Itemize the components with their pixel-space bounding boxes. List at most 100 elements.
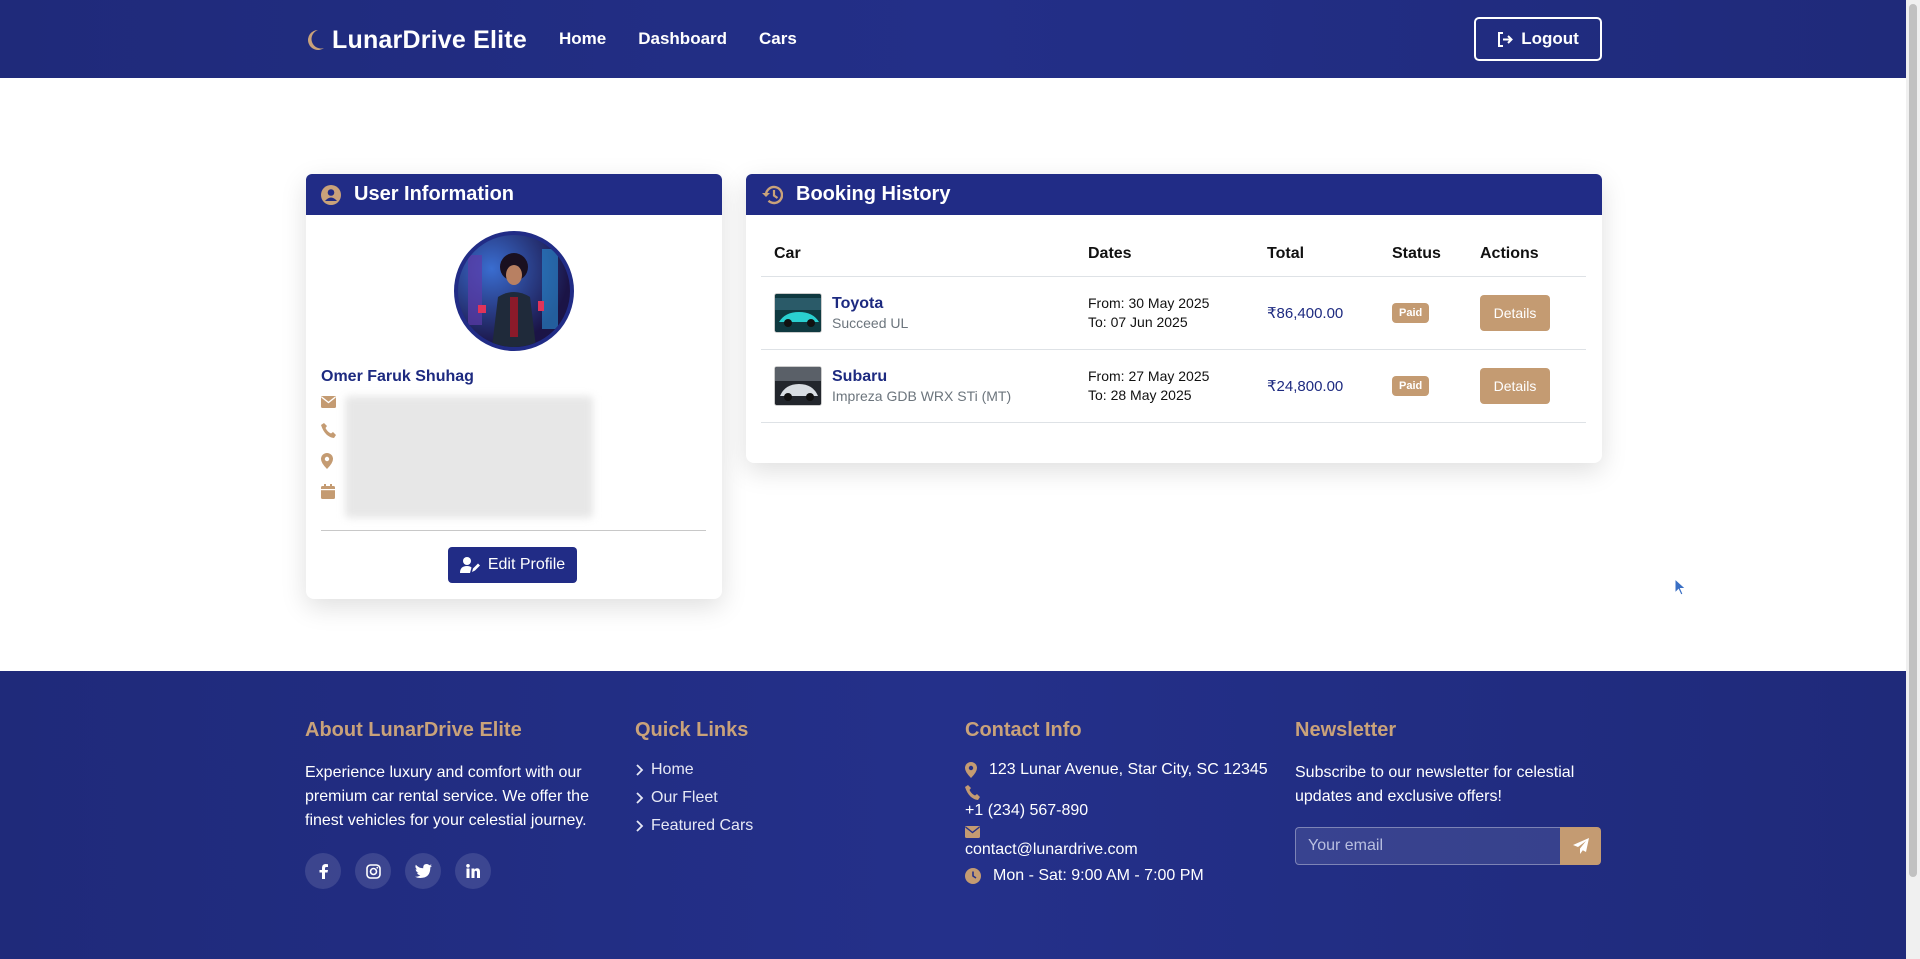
footer-contact: Contact Info 123 Lunar Avenue, Star City… — [965, 719, 1275, 891]
dates-cell: From: 30 May 2025 To: 07 Jun 2025 — [1075, 276, 1254, 350]
booking-history-card: Booking History Car Dates Total Status A… — [746, 174, 1602, 463]
car-cell: Subaru Impreza GDB WRX STi (MT) — [761, 349, 1075, 423]
booking-history-title: Booking History — [796, 183, 951, 205]
details-button[interactable]: Details — [1480, 294, 1550, 331]
status-cell: Paid — [1379, 276, 1467, 350]
dates-cell: From: 27 May 2025 To: 28 May 2025 — [1075, 349, 1254, 423]
actions-cell: Details — [1467, 276, 1586, 350]
nav-link-dashboard[interactable]: Dashboard — [638, 29, 727, 49]
paper-plane-icon — [1572, 838, 1589, 854]
nav-link-home[interactable]: Home — [559, 29, 606, 49]
footer-newsletter-title: Newsletter — [1295, 719, 1397, 741]
phone-icon — [321, 423, 336, 438]
user-info-card: User Information Omer Faruk Shuhag Edit … — [306, 174, 722, 599]
edit-profile-button[interactable]: Edit Profile — [448, 547, 577, 583]
footer-link-label: Home — [651, 761, 694, 778]
chevron-right-icon — [636, 792, 644, 804]
linkedin-icon[interactable] — [455, 853, 491, 889]
date-to: To: 28 May 2025 — [1088, 386, 1192, 403]
total-cell: ₹86,400.00 — [1254, 276, 1379, 350]
bookings-table: Car Dates Total Status Actions Toyota Su… — [761, 233, 1586, 423]
user-info-header: User Information — [306, 174, 722, 215]
vertical-scrollbar[interactable] — [1906, 0, 1920, 959]
user-info-title: User Information — [354, 183, 515, 205]
instagram-icon[interactable] — [355, 853, 391, 889]
contact-address: 123 Lunar Avenue, Star City, SC 12345 — [965, 761, 1275, 779]
booking-total: ₹86,400.00 — [1267, 304, 1344, 322]
car-thumbnail — [774, 365, 822, 406]
newsletter-submit-button[interactable] — [1560, 827, 1601, 865]
redacted-contact-details — [345, 396, 593, 518]
details-button[interactable]: Details — [1480, 367, 1550, 404]
brand-name: LunarDrive Elite — [332, 25, 527, 54]
footer-link-home[interactable]: Home — [635, 761, 885, 779]
footer-link-label: Featured Cars — [651, 817, 754, 834]
mouse-cursor-icon — [1674, 578, 1687, 596]
brand[interactable]: LunarDrive Elite — [304, 24, 527, 56]
col-status: Status — [1379, 233, 1467, 277]
footer: About LunarDrive Elite Experience luxury… — [0, 671, 1906, 959]
chevron-right-icon — [636, 820, 644, 832]
car-make[interactable]: Toyota — [832, 295, 908, 313]
user-circle-icon — [321, 184, 341, 205]
footer-quick-links-title: Quick Links — [635, 719, 749, 741]
total-cell: ₹24,800.00 — [1254, 349, 1379, 423]
twitter-icon[interactable] — [405, 853, 441, 889]
contact-phone: +1 (234) 567-890 — [965, 785, 1275, 820]
social-links — [305, 853, 595, 889]
calendar-icon — [321, 484, 335, 499]
status-badge: Paid — [1392, 302, 1430, 323]
edit-profile-label: Edit Profile — [487, 556, 566, 573]
footer-newsletter-text: Subscribe to our newsletter for celestia… — [1295, 764, 1575, 805]
logout-button[interactable]: Logout — [1474, 17, 1602, 61]
envelope-icon — [965, 826, 980, 838]
booking-history-header: Booking History — [746, 174, 1602, 215]
contact-hours: Mon - Sat: 9:00 AM - 7:00 PM — [965, 867, 1275, 885]
footer-link-featured-cars[interactable]: Featured Cars — [635, 817, 885, 835]
booking-total: ₹24,800.00 — [1267, 377, 1344, 395]
history-icon — [762, 185, 783, 204]
clock-icon — [965, 868, 981, 884]
divider — [321, 530, 706, 531]
footer-link-our-fleet[interactable]: Our Fleet — [635, 789, 885, 807]
moon-icon — [308, 30, 324, 50]
date-to: To: 07 Jun 2025 — [1088, 313, 1188, 330]
newsletter-form — [1295, 827, 1602, 865]
car-model: Impreza GDB WRX STi (MT) — [832, 387, 1012, 404]
footer-newsletter: Newsletter Subscribe to our newsletter f… — [1295, 719, 1602, 865]
table-row: Subaru Impreza GDB WRX STi (MT) From: 27… — [761, 349, 1586, 423]
car-make[interactable]: Subaru — [832, 368, 1011, 386]
chevron-right-icon — [636, 764, 644, 776]
footer-about-title: About LunarDrive Elite — [305, 719, 522, 741]
footer-link-label: Our Fleet — [651, 789, 718, 806]
logout-label: Logout — [1521, 29, 1579, 48]
table-header-row: Car Dates Total Status Actions — [761, 233, 1586, 277]
user-info-icons — [321, 396, 336, 514]
facebook-icon[interactable] — [305, 853, 341, 889]
scrollbar-thumb[interactable] — [1909, 4, 1917, 877]
phone-icon — [965, 785, 980, 800]
contact-email-text: contact@lunardrive.com — [965, 841, 1138, 858]
footer-contact-title: Contact Info — [965, 719, 1082, 741]
table-row: Toyota Succeed UL From: 30 May 2025 To: … — [761, 276, 1586, 350]
col-dates: Dates — [1075, 233, 1254, 277]
date-from: From: 30 May 2025 — [1088, 294, 1210, 311]
car-model: Succeed UL — [832, 314, 909, 331]
contact-hours-text: Mon - Sat: 9:00 AM - 7:00 PM — [993, 867, 1204, 884]
car-cell: Toyota Succeed UL — [761, 276, 1075, 350]
col-actions: Actions — [1467, 233, 1586, 277]
footer-about: About LunarDrive Elite Experience luxury… — [305, 719, 595, 889]
envelope-icon — [321, 396, 336, 408]
nav-link-cars[interactable]: Cars — [759, 29, 797, 49]
navbar: LunarDrive Elite Home Dashboard Cars Log… — [0, 0, 1906, 78]
newsletter-email-input[interactable] — [1295, 827, 1560, 865]
footer-quick-links: Quick Links Home Our Fleet Featured Cars — [635, 719, 885, 845]
footer-about-text: Experience luxury and comfort with our p… — [305, 764, 589, 829]
date-from: From: 27 May 2025 — [1088, 367, 1210, 384]
col-total: Total — [1254, 233, 1379, 277]
car-thumbnail — [774, 292, 822, 333]
map-marker-icon — [965, 762, 977, 778]
user-name: Omer Faruk Shuhag — [321, 368, 474, 385]
contact-phone-text: +1 (234) 567-890 — [965, 802, 1089, 819]
col-car: Car — [761, 233, 1075, 277]
